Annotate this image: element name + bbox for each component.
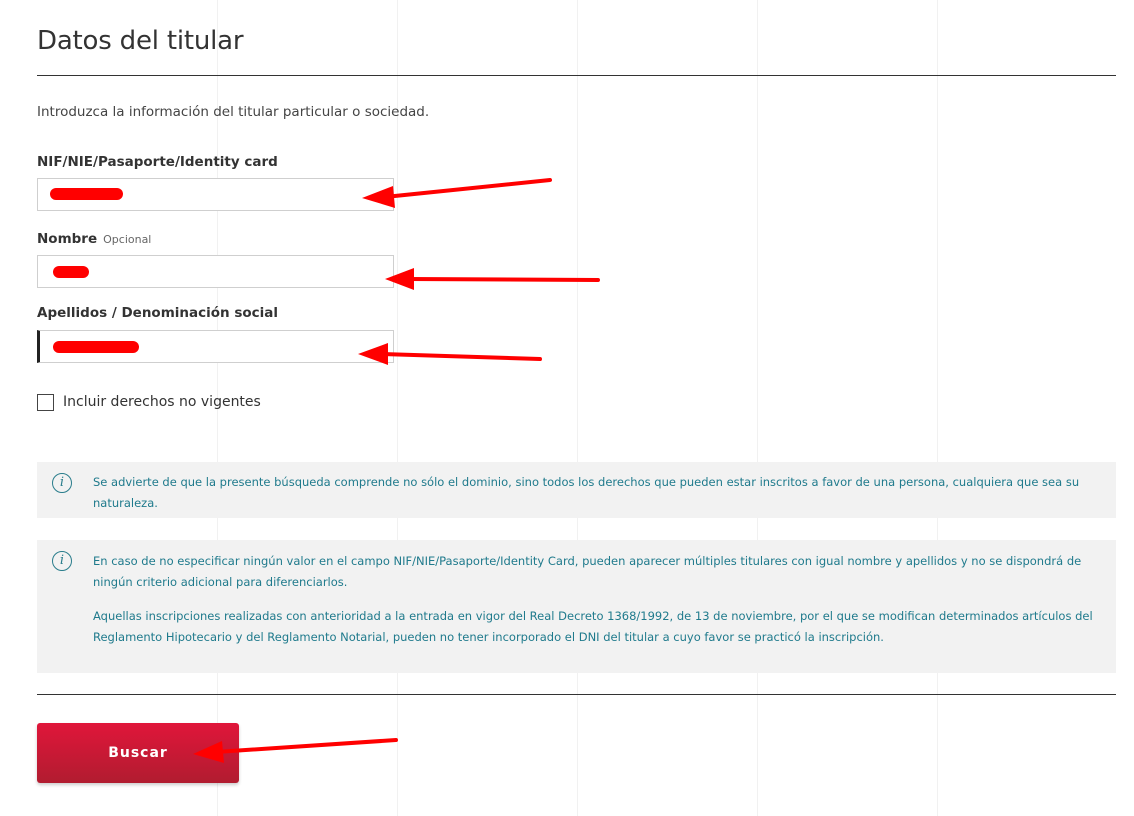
notice-box: i Se advierte de que la presente búsqued… <box>37 462 1116 518</box>
nif-label: NIF/NIE/Pasaporte/Identity card <box>37 154 278 170</box>
apellidos-label: Apellidos / Denominación social <box>37 305 279 321</box>
arrow-icon <box>385 268 600 290</box>
nombre-label-text: Nombre <box>37 231 98 247</box>
notice-box: i En caso de no especificar ningún valor… <box>37 540 1116 673</box>
redacted-value <box>53 266 89 278</box>
notice-text: Aquellas inscripciones realizadas con an… <box>93 609 1093 644</box>
incluir-derechos-checkbox[interactable] <box>37 394 54 411</box>
nombre-input[interactable] <box>37 255 394 288</box>
info-icon: i <box>52 473 72 493</box>
redacted-value <box>53 341 139 353</box>
title-divider <box>37 75 1116 76</box>
actions-divider <box>37 694 1116 695</box>
optional-tag: Opcional <box>103 233 152 246</box>
nombre-label: Nombre Opcional <box>37 231 151 247</box>
redacted-value <box>50 188 123 200</box>
incluir-derechos-label[interactable]: Incluir derechos no vigentes <box>63 394 261 410</box>
buscar-button[interactable]: Buscar <box>37 723 239 783</box>
intro-text: Introduzca la información del titular pa… <box>37 104 430 120</box>
notice-text: Se advierte de que la presente búsqueda … <box>93 475 1080 510</box>
page-title: Datos del titular <box>37 26 244 56</box>
notice-text: En caso de no especificar ningún valor e… <box>93 554 1082 589</box>
info-icon: i <box>52 551 72 571</box>
